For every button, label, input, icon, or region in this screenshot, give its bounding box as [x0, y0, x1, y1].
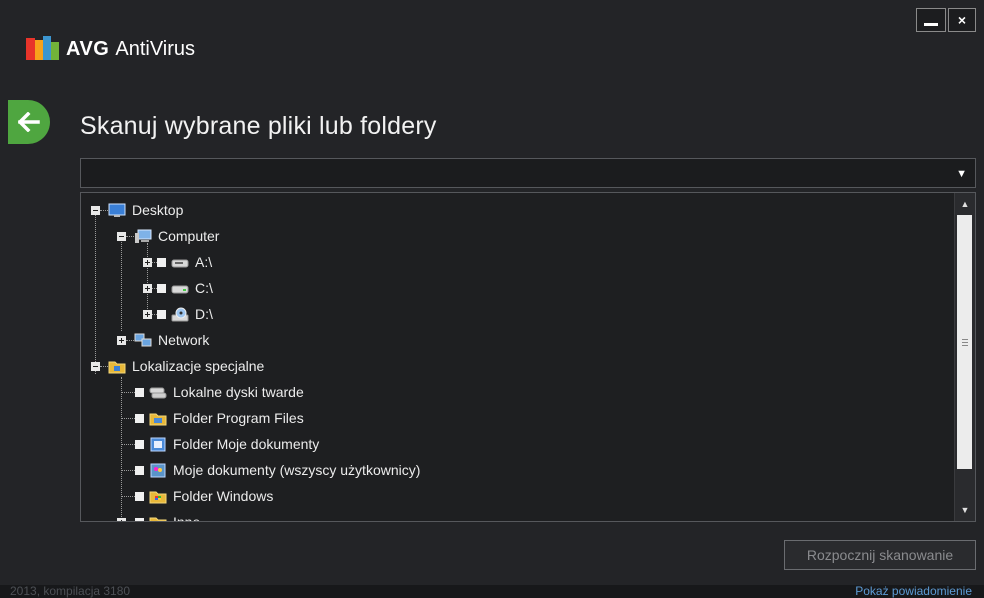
avg-logo-icon — [26, 36, 60, 62]
cd-drive-icon — [171, 307, 189, 322]
checkbox[interactable] — [157, 309, 166, 319]
tree-item-label: A:\ — [195, 254, 213, 270]
checkbox[interactable] — [135, 491, 144, 501]
tree-item-special-locations[interactable]: Lokalizacje specjalne — [91, 355, 264, 377]
expand-icon[interactable] — [143, 309, 152, 319]
tree-item-label: Lokalizacje specjalne — [132, 358, 265, 374]
version-label: 2013, kompilacja 3180 — [10, 584, 131, 598]
checkbox[interactable] — [135, 517, 144, 521]
folder-tree[interactable]: Desktop Computer A:\ C:\ D:\ Network Lok… — [80, 192, 976, 522]
special-folder-icon — [108, 359, 126, 374]
folder-icon — [149, 515, 167, 521]
tree-item-drive-d[interactable]: D:\ — [143, 303, 213, 325]
documents-folder-icon — [149, 437, 167, 452]
tree-item-label: Inne — [173, 514, 201, 522]
tree-scrollbar[interactable]: ▲ ▼ — [954, 193, 975, 521]
checkbox[interactable] — [157, 283, 166, 293]
tree-item-program-files[interactable]: Folder Program Files — [121, 407, 304, 429]
tree-item-other[interactable]: Inne — [117, 511, 201, 522]
expand-icon[interactable] — [117, 517, 126, 521]
tree-item-label: Desktop — [132, 202, 184, 218]
tree-item-label: Folder Moje dokumenty — [173, 436, 320, 452]
checkbox[interactable] — [135, 413, 144, 423]
tree-item-drive-c[interactable]: C:\ — [143, 277, 213, 299]
tree-item-label: Lokalne dyski twarde — [173, 384, 304, 400]
page-title: Skanuj wybrane pliki lub foldery — [80, 112, 437, 140]
expand-icon[interactable] — [143, 283, 152, 293]
shared-documents-icon — [149, 463, 167, 478]
expand-icon[interactable] — [143, 257, 152, 267]
monitor-icon — [108, 203, 126, 218]
checkbox[interactable] — [135, 387, 144, 397]
hard-drives-icon — [149, 385, 167, 400]
minimize-icon — [924, 22, 938, 26]
windows-folder-icon — [149, 489, 167, 504]
tree-item-computer[interactable]: Computer — [117, 225, 219, 247]
app-logo: AVG AntiVirus — [26, 36, 195, 62]
checkbox[interactable] — [157, 257, 166, 267]
start-scan-button[interactable]: Rozpocznij skanowanie — [784, 540, 976, 570]
tree-item-network[interactable]: Network — [117, 329, 209, 351]
expand-icon[interactable] — [117, 335, 126, 345]
tree-item-label: Folder Program Files — [173, 410, 304, 426]
computer-icon — [134, 229, 152, 244]
folder-icon — [149, 411, 167, 426]
collapse-icon[interactable] — [91, 361, 100, 371]
chevron-down-icon[interactable]: ▼ — [956, 168, 967, 180]
tree-item-label: Network — [158, 332, 210, 348]
tree-item-label: Folder Windows — [173, 488, 274, 504]
brand-name: AVG — [66, 37, 110, 60]
arrow-left-icon — [18, 112, 40, 132]
tree-item-windows-folder[interactable]: Folder Windows — [121, 485, 273, 507]
tree-item-local-disks[interactable]: Lokalne dyski twarde — [121, 381, 304, 403]
floppy-drive-icon — [171, 255, 189, 270]
tree-item-my-documents[interactable]: Folder Moje dokumenty — [121, 433, 319, 455]
tree-item-label: C:\ — [195, 280, 213, 296]
product-name: AntiVirus — [115, 37, 196, 60]
show-notification-link[interactable]: Pokaż powiadomienie — [855, 584, 972, 598]
scroll-thumb[interactable] — [957, 215, 972, 469]
back-button[interactable] — [8, 100, 50, 144]
scroll-down-icon[interactable]: ▼ — [955, 501, 975, 519]
close-icon: × — [957, 12, 967, 28]
tree-item-label: Computer — [158, 228, 220, 244]
window-controls: × — [916, 8, 976, 32]
tree-item-label: D:\ — [195, 306, 213, 322]
path-dropdown[interactable]: ▼ — [80, 158, 976, 188]
tree-item-all-users-documents[interactable]: Moje dokumenty (wszyscy użytkownicy) — [121, 459, 420, 481]
collapse-icon[interactable] — [117, 231, 126, 241]
scroll-up-icon[interactable]: ▲ — [955, 195, 975, 213]
tree-item-drive-a[interactable]: A:\ — [143, 251, 212, 273]
status-bar: 2013, kompilacja 3180 Pokaż powiadomieni… — [0, 584, 984, 598]
minimize-button[interactable] — [916, 8, 946, 32]
tree-item-label: Moje dokumenty (wszyscy użytkownicy) — [173, 462, 421, 478]
collapse-icon[interactable] — [91, 205, 100, 215]
close-button[interactable]: × — [948, 8, 976, 32]
checkbox[interactable] — [135, 439, 144, 449]
tree-item-desktop[interactable]: Desktop — [91, 199, 183, 221]
network-icon — [134, 333, 152, 348]
hard-drive-icon — [171, 281, 189, 296]
checkbox[interactable] — [135, 465, 144, 475]
